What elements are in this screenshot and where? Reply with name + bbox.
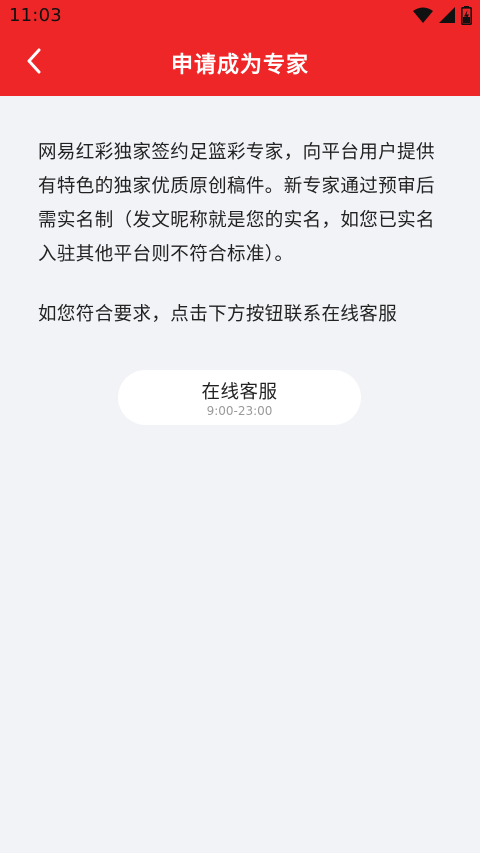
online-service-label: 在线客服 xyxy=(201,382,278,403)
page-title: 申请成为专家 xyxy=(170,53,309,78)
status-icons xyxy=(413,5,472,29)
header-bar: 11:03 申请成为专家 xyxy=(0,0,480,96)
cell-signal-icon xyxy=(439,7,455,27)
status-bar: 11:03 xyxy=(0,0,480,33)
battery-charging-icon xyxy=(461,5,472,29)
service-hours: 9:00-23:00 xyxy=(206,404,273,418)
status-time: 11:03 xyxy=(9,5,62,26)
instruction-paragraph: 如您符合要求，点击下方按钮联系在线客服 xyxy=(38,304,398,325)
intro-content: 网易红彩独家签约足篮彩专家，向平台用户提供有特色的独家优质原创稿件。新专家通过预… xyxy=(38,136,448,332)
online-service-button[interactable]: 在线客服 9:00-23:00 xyxy=(118,370,361,425)
intro-paragraph: 网易红彩独家签约足篮彩专家，向平台用户提供有特色的独家优质原创稿件。新专家通过预… xyxy=(38,142,435,265)
navigation-bar: 申请成为专家 xyxy=(0,33,480,96)
wifi-icon xyxy=(413,7,433,28)
